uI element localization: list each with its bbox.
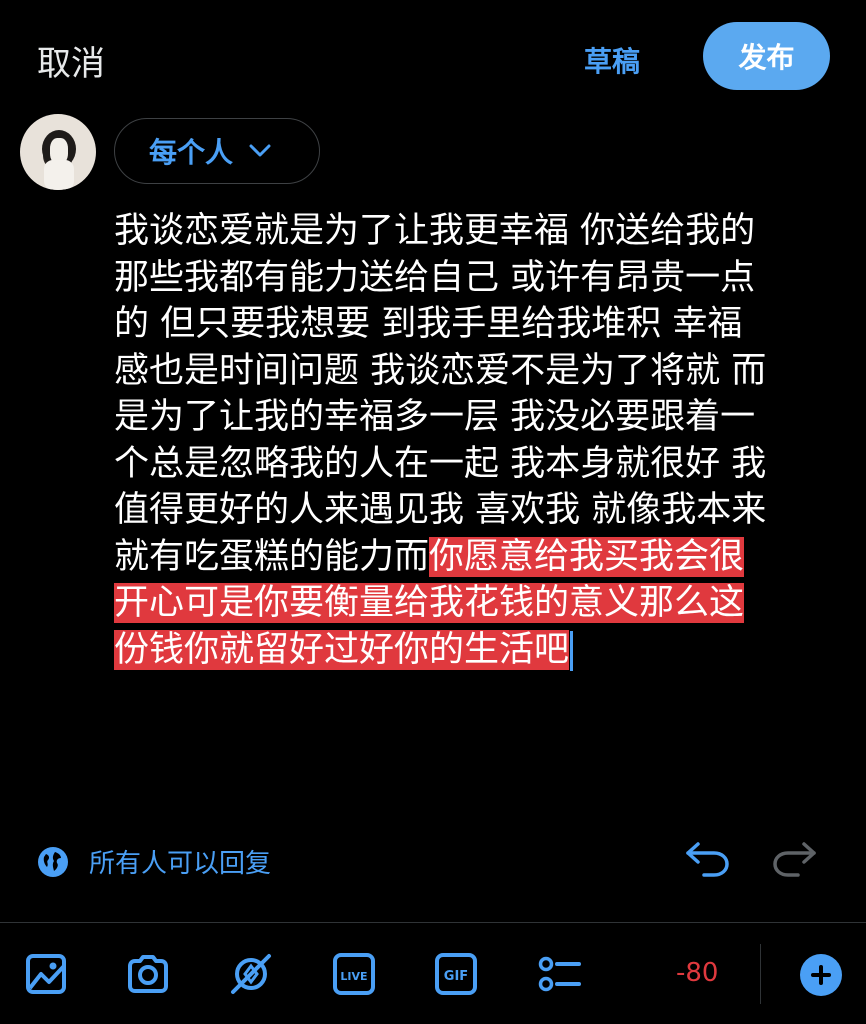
- text-cursor: [570, 630, 574, 671]
- camera-icon[interactable]: [126, 952, 170, 996]
- add-thread-button[interactable]: [800, 954, 842, 996]
- post-text-line: 个总是忽略我的人在一起 我本身就很好 我: [114, 443, 767, 484]
- post-text-line: 的 但只要我想要 到我手里给我堆积 幸福: [114, 304, 743, 344]
- cancel-button[interactable]: 取消: [37, 36, 105, 85]
- post-text-line: 那些我都有能力送给自己 或许有昂贵一点: [114, 257, 756, 298]
- avatar[interactable]: [20, 114, 96, 190]
- character-counter: -80: [676, 958, 719, 988]
- audience-selector[interactable]: 每个人: [114, 118, 320, 184]
- drafts-button[interactable]: 草稿: [584, 40, 640, 80]
- post-text-line: 就有吃蛋糕的能力而你愿意给我买我会很: [114, 534, 844, 581]
- live-icon[interactable]: LIVE: [332, 952, 376, 996]
- location-off-icon[interactable]: [229, 952, 273, 996]
- post-text-line: 份钱你就留好过好你的生活吧: [114, 627, 844, 674]
- reply-setting[interactable]: 所有人可以回复: [37, 843, 271, 880]
- over-limit-text: 开心可是你要衡量给我花钱的意义那么这: [114, 583, 745, 623]
- image-icon[interactable]: [24, 952, 68, 996]
- post-text-line: 感也是时间问题 我谈恋爱不是为了将就 而: [114, 350, 767, 391]
- toolbar-separator: [760, 944, 761, 1004]
- post-text-line: 是为了让我的幸福多一层 我没必要跟着一: [114, 397, 756, 437]
- over-limit-text: 份钱你就留好过好你的生活吧: [114, 629, 570, 670]
- post-text-line: 开心可是你要衡量给我花钱的意义那么这: [114, 580, 844, 627]
- post-text-line: 我谈恋爱就是为了让我更幸福 你送给我的: [114, 211, 756, 251]
- live-label: LIVE: [340, 970, 367, 983]
- over-limit-text: 你愿意给我买我会很: [429, 536, 745, 577]
- post-button[interactable]: 发布: [703, 22, 830, 90]
- post-text-plain: 就有吃蛋糕的能力而: [114, 536, 430, 577]
- post-text-line: 值得更好的人来遇见我 喜欢我 就像我本来: [114, 490, 767, 530]
- gif-icon[interactable]: GIF: [434, 952, 478, 996]
- post-text-area[interactable]: 我谈恋爱就是为了让我更幸福 你送给我的 那些我都有能力送给自己 或许有昂贵一点 …: [114, 208, 844, 673]
- redo-icon[interactable]: [772, 838, 818, 878]
- chevron-down-icon: [249, 144, 271, 157]
- toolbar-divider: [0, 922, 866, 923]
- reply-setting-label: 所有人可以回复: [89, 849, 272, 879]
- add-thread-icon: [811, 965, 831, 985]
- gif-label: GIF: [444, 969, 468, 984]
- undo-icon[interactable]: [684, 838, 730, 878]
- poll-icon[interactable]: [537, 952, 581, 996]
- globe-icon: [38, 846, 68, 877]
- audience-label: 每个人: [149, 136, 234, 169]
